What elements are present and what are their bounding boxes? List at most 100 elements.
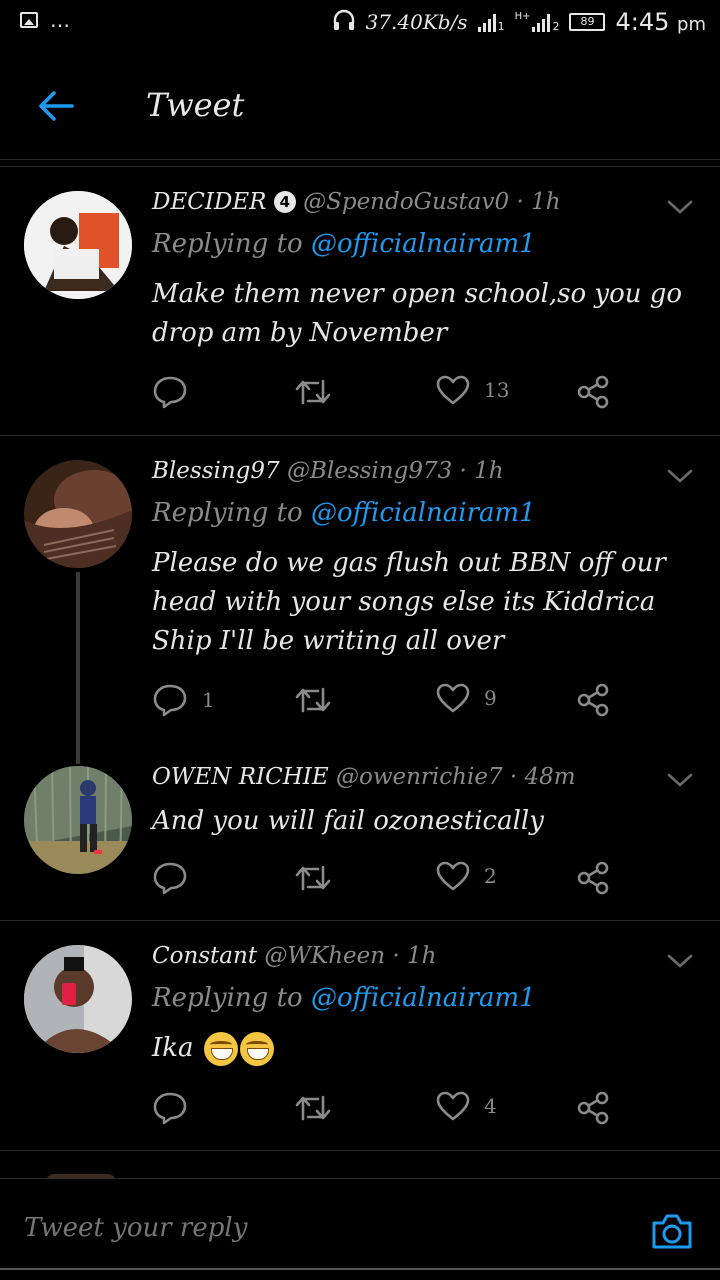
tweet-actions: 2 (152, 861, 622, 901)
like-count: 4 (484, 1094, 497, 1118)
chevron-down-icon[interactable] (666, 770, 694, 790)
reply-icon (153, 1092, 187, 1125)
reply-icon (153, 862, 187, 895)
tweet-author-line: OWEN RICHIE @owenrichie7 · 48m (152, 764, 576, 790)
reply-button[interactable] (152, 1091, 202, 1125)
tweet-divider (0, 1150, 720, 1151)
tweet-item[interactable]: Constant @WKheen · 1h Replying to @offic… (0, 921, 720, 1149)
retweet-icon (295, 379, 331, 405)
like-count: 2 (484, 864, 497, 888)
tweet-actions: 1 9 (152, 683, 622, 723)
reply-button[interactable]: 1 (152, 683, 215, 717)
sim2-label: 2 (552, 20, 560, 33)
author-handle[interactable]: @SpendoGustav0 · 1h (303, 189, 560, 215)
signal-sim2-icon: H+ 2 (514, 11, 560, 33)
author-name[interactable]: OWEN RICHIE (152, 764, 329, 790)
replying-mention[interactable]: @officialnairam1 (311, 229, 536, 259)
back-button[interactable] (32, 82, 80, 130)
chevron-down-icon[interactable] (666, 466, 694, 486)
heart-icon (436, 1091, 470, 1121)
retweet-icon (295, 687, 331, 713)
share-button[interactable] (576, 1091, 610, 1125)
signal-sim1-icon: 1 (477, 12, 505, 33)
like-button[interactable]: 2 (436, 861, 497, 891)
reply-composer (0, 1178, 720, 1280)
keyboard-divider (0, 1268, 720, 1270)
tweet-author-line: Constant @WKheen · 1h (152, 943, 436, 969)
retweet-button[interactable] (294, 683, 332, 717)
replying-prefix: Replying to (152, 229, 311, 259)
laughing-emoji-icon (239, 1032, 274, 1066)
share-button[interactable] (576, 861, 610, 895)
tweet-item[interactable]: DECIDER 4 @SpendoGustav0 · 1h Replying t… (0, 167, 720, 435)
share-icon (577, 683, 609, 717)
network-type-label: H+ (514, 11, 531, 22)
like-button[interactable]: 9 (436, 683, 497, 713)
retweet-icon (295, 865, 331, 891)
tweet-item[interactable]: OWEN RICHIE @owenrichie7 · 48m And you w… (0, 744, 720, 920)
share-icon (577, 375, 609, 409)
tweet-item[interactable]: Blessing97 @Blessing973 · 1h Replying to… (0, 436, 720, 746)
tweet-author-line: Blessing97 @Blessing973 · 1h (152, 458, 504, 484)
share-icon (577, 861, 609, 895)
status-bar: … 37.40Kb/s 1 H+ 2 89 4:45 pm (0, 0, 720, 50)
reply-button[interactable] (152, 375, 202, 409)
chevron-down-icon[interactable] (666, 197, 694, 217)
tweet-actions: 4 (152, 1091, 622, 1131)
tweet-text: Ika (152, 1033, 194, 1063)
avatar[interactable] (24, 766, 132, 874)
heart-icon (436, 683, 470, 713)
reply-input[interactable] (24, 1213, 624, 1243)
share-icon (577, 1091, 609, 1125)
share-button[interactable] (576, 683, 610, 717)
retweet-button[interactable] (294, 1091, 332, 1125)
sim1-label: 1 (497, 20, 505, 33)
author-handle[interactable]: @owenrichie7 · 48m (336, 764, 576, 790)
like-button[interactable]: 4 (436, 1091, 497, 1121)
headphones-icon (332, 9, 356, 36)
avatar[interactable] (24, 460, 132, 568)
app-header: Tweet (0, 50, 720, 160)
status-left: … (20, 8, 71, 32)
share-button[interactable] (576, 375, 610, 409)
reply-icon (153, 684, 187, 717)
replying-mention[interactable]: @officialnairam1 (311, 983, 536, 1013)
tweet-author-line: DECIDER 4 @SpendoGustav0 · 1h (152, 189, 561, 215)
header-divider (0, 159, 720, 160)
avatar[interactable] (24, 191, 132, 299)
camera-icon[interactable] (650, 1211, 694, 1251)
reply-icon (153, 376, 187, 409)
tweet-text: Please do we gas flush out BBN off our h… (152, 548, 666, 656)
author-handle[interactable]: @WKheen · 1h (264, 943, 436, 969)
tweet-text: Make them never open school,so you go dr… (152, 279, 683, 348)
replying-prefix: Replying to (152, 498, 311, 528)
retweet-button[interactable] (294, 375, 332, 409)
more-notifications-icon: … (50, 8, 71, 32)
clock-ampm: pm (677, 14, 706, 35)
heart-icon (436, 861, 470, 891)
heart-icon (436, 375, 470, 405)
like-button[interactable]: 13 (436, 375, 509, 405)
author-handle[interactable]: @Blessing973 · 1h (287, 458, 504, 484)
chevron-down-icon[interactable] (666, 951, 694, 971)
battery-icon: 89 (569, 13, 606, 31)
avatar[interactable] (24, 945, 132, 1053)
replying-to: Replying to @officialnairam1 (152, 983, 536, 1013)
retweet-icon (295, 1095, 331, 1121)
reply-button[interactable] (152, 861, 202, 895)
like-count: 9 (484, 686, 497, 710)
replying-mention[interactable]: @officialnairam1 (311, 498, 536, 528)
laughing-emoji-icon (203, 1032, 238, 1066)
clock: 4:45 pm (615, 8, 706, 36)
status-right: 37.40Kb/s 1 H+ 2 89 4:45 pm (332, 8, 706, 36)
author-name[interactable]: DECIDER (152, 189, 266, 215)
author-name[interactable]: Blessing97 (152, 458, 280, 484)
replying-to: Replying to @officialnairam1 (152, 229, 536, 259)
gallery-notification-icon (20, 12, 38, 28)
author-name[interactable]: Constant (152, 943, 257, 969)
replying-to: Replying to @officialnairam1 (152, 498, 536, 528)
retweet-button[interactable] (294, 861, 332, 895)
tweet-actions: 13 (152, 375, 622, 415)
reply-count: 1 (202, 688, 215, 712)
tweet-text-row: Ika (152, 1029, 702, 1068)
